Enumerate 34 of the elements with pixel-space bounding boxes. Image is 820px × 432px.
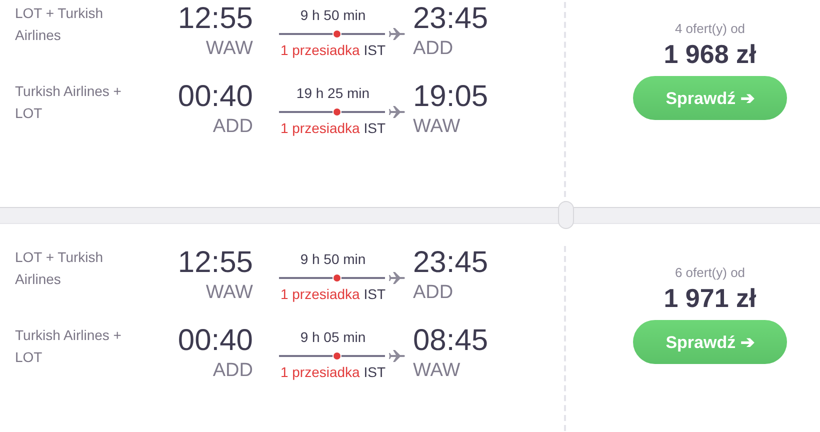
arrival-time: 08:45 xyxy=(413,324,488,358)
departure-airport: ADD xyxy=(212,115,253,139)
airline-name: Turkish Airlines + LOT xyxy=(14,82,122,123)
departure-airport: WAW xyxy=(206,281,253,305)
price: 1 971 zł xyxy=(664,282,756,314)
arrival-airport: ADD xyxy=(413,281,454,305)
offers-count: 6 ofert(y) od xyxy=(674,264,746,282)
arrival-airport: WAW xyxy=(413,359,460,383)
offers-count: 4 ofert(y) od xyxy=(674,20,746,38)
flight-duration: 9 h 50 min xyxy=(300,6,366,25)
departure-airport: ADD xyxy=(212,359,253,383)
arrival-time: 19:05 xyxy=(413,80,488,114)
arrival-airport: ADD xyxy=(413,37,454,61)
stopover-info: 1 przesiadka IST xyxy=(280,285,386,304)
check-button[interactable]: Sprawdź ➔ xyxy=(633,76,787,120)
arrival-time: 23:45 xyxy=(413,2,488,36)
check-button[interactable]: Sprawdź ➔ xyxy=(633,320,787,364)
price: 1 968 zł xyxy=(664,38,756,70)
flight-duration: 9 h 05 min xyxy=(300,328,366,347)
departure-airport: WAW xyxy=(206,37,253,61)
arrival-airport: WAW xyxy=(413,115,460,139)
flight-duration: 9 h 50 min xyxy=(300,250,366,269)
flight-duration: 19 h 25 min xyxy=(296,84,370,103)
departure-time: 12:55 xyxy=(178,2,253,36)
stopover-info: 1 przesiadka IST xyxy=(280,363,386,382)
departure-time: 12:55 xyxy=(178,246,253,280)
departure-time: 00:40 xyxy=(178,80,253,114)
airline-name: Turkish Airlines + LOT xyxy=(14,326,122,367)
departure-time: 00:40 xyxy=(178,324,253,358)
arrival-time: 23:45 xyxy=(413,246,488,280)
airline-name: LOT + Turkish Airlines xyxy=(14,248,104,289)
stopover-info: 1 przesiadka IST xyxy=(280,41,386,60)
stopover-info: 1 przesiadka IST xyxy=(280,119,386,138)
airline-name: LOT + Turkish Airlines xyxy=(14,4,104,45)
